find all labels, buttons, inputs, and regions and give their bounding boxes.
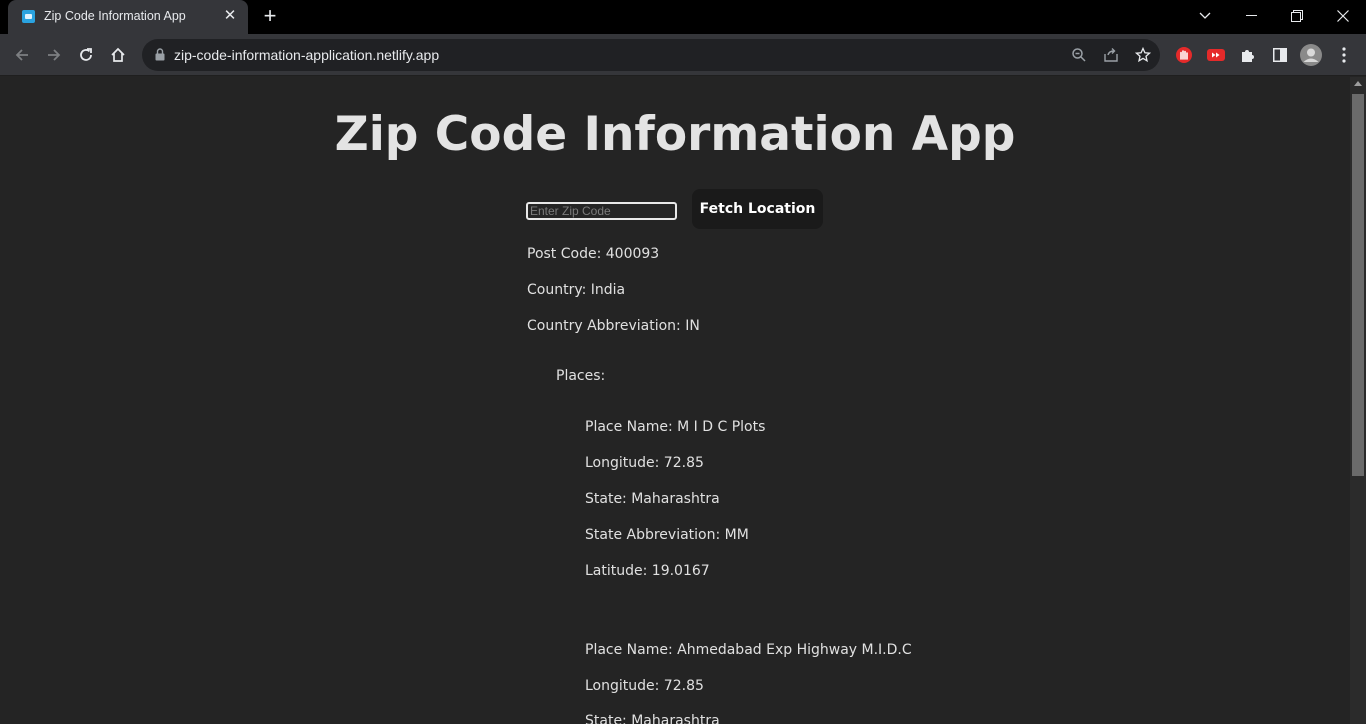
browser-menu-icon[interactable] bbox=[1333, 44, 1355, 66]
url-text: zip-code-information-application.netlify… bbox=[174, 47, 440, 63]
reload-button[interactable] bbox=[72, 41, 100, 69]
address-bar[interactable]: zip-code-information-application.netlify… bbox=[142, 39, 1160, 71]
side-panel-icon[interactable] bbox=[1269, 44, 1291, 66]
browser-tab[interactable]: Zip Code Information App ✕ bbox=[8, 0, 248, 34]
share-icon[interactable] bbox=[1102, 46, 1120, 64]
minimize-button[interactable] bbox=[1228, 0, 1274, 32]
place-longitude-text: Longitude: 72.85 bbox=[585, 678, 704, 694]
tab-title: Zip Code Information App bbox=[44, 9, 186, 23]
home-button[interactable] bbox=[104, 41, 132, 69]
extensions-puzzle-icon[interactable] bbox=[1237, 44, 1259, 66]
tab-search-icon[interactable] bbox=[1182, 0, 1228, 32]
browser-toolbar: zip-code-information-application.netlify… bbox=[0, 34, 1366, 76]
vertical-scrollbar[interactable] bbox=[1350, 77, 1366, 724]
place-name-text: Place Name: Ahmedabad Exp Highway M.I.D.… bbox=[585, 642, 912, 658]
places-heading: Places: bbox=[556, 368, 606, 384]
country-abbreviation-text: Country Abbreviation: IN bbox=[527, 318, 700, 334]
tab-strip: Zip Code Information App ✕ + bbox=[0, 0, 1366, 34]
place-state-text: State: Maharashtra bbox=[585, 491, 720, 507]
page-viewport: Zip Code Information App Fetch Location … bbox=[0, 77, 1350, 724]
close-tab-icon[interactable]: ✕ bbox=[220, 6, 240, 26]
zip-code-input[interactable] bbox=[526, 202, 677, 220]
restore-button[interactable] bbox=[1274, 0, 1320, 32]
country-text: Country: India bbox=[527, 282, 626, 298]
post-code-text: Post Code: 400093 bbox=[527, 246, 660, 262]
bookmark-star-icon[interactable] bbox=[1134, 46, 1152, 64]
scroll-up-arrow-icon[interactable] bbox=[1354, 81, 1362, 86]
new-tab-button[interactable]: + bbox=[258, 5, 282, 29]
page-title: Zip Code Information App bbox=[334, 107, 1016, 162]
forward-button[interactable] bbox=[40, 41, 68, 69]
place-state-text: State: Maharashtra bbox=[585, 713, 720, 724]
back-button[interactable] bbox=[8, 41, 36, 69]
fetch-location-button[interactable]: Fetch Location bbox=[692, 189, 823, 229]
close-window-button[interactable] bbox=[1320, 0, 1366, 32]
video-extension-icon[interactable] bbox=[1205, 44, 1227, 66]
place-name-text: Place Name: M I D C Plots bbox=[585, 419, 766, 435]
profile-avatar-icon[interactable] bbox=[1300, 44, 1322, 66]
place-longitude-text: Longitude: 72.85 bbox=[585, 455, 704, 471]
zoom-icon[interactable] bbox=[1070, 46, 1088, 64]
scrollbar-thumb[interactable] bbox=[1352, 94, 1364, 476]
place-state-abbreviation-text: State Abbreviation: MM bbox=[585, 527, 749, 543]
place-latitude-text: Latitude: 19.0167 bbox=[585, 563, 710, 579]
block-extension-icon[interactable] bbox=[1173, 44, 1195, 66]
site-favicon-icon bbox=[22, 10, 35, 23]
lock-icon bbox=[155, 48, 165, 61]
